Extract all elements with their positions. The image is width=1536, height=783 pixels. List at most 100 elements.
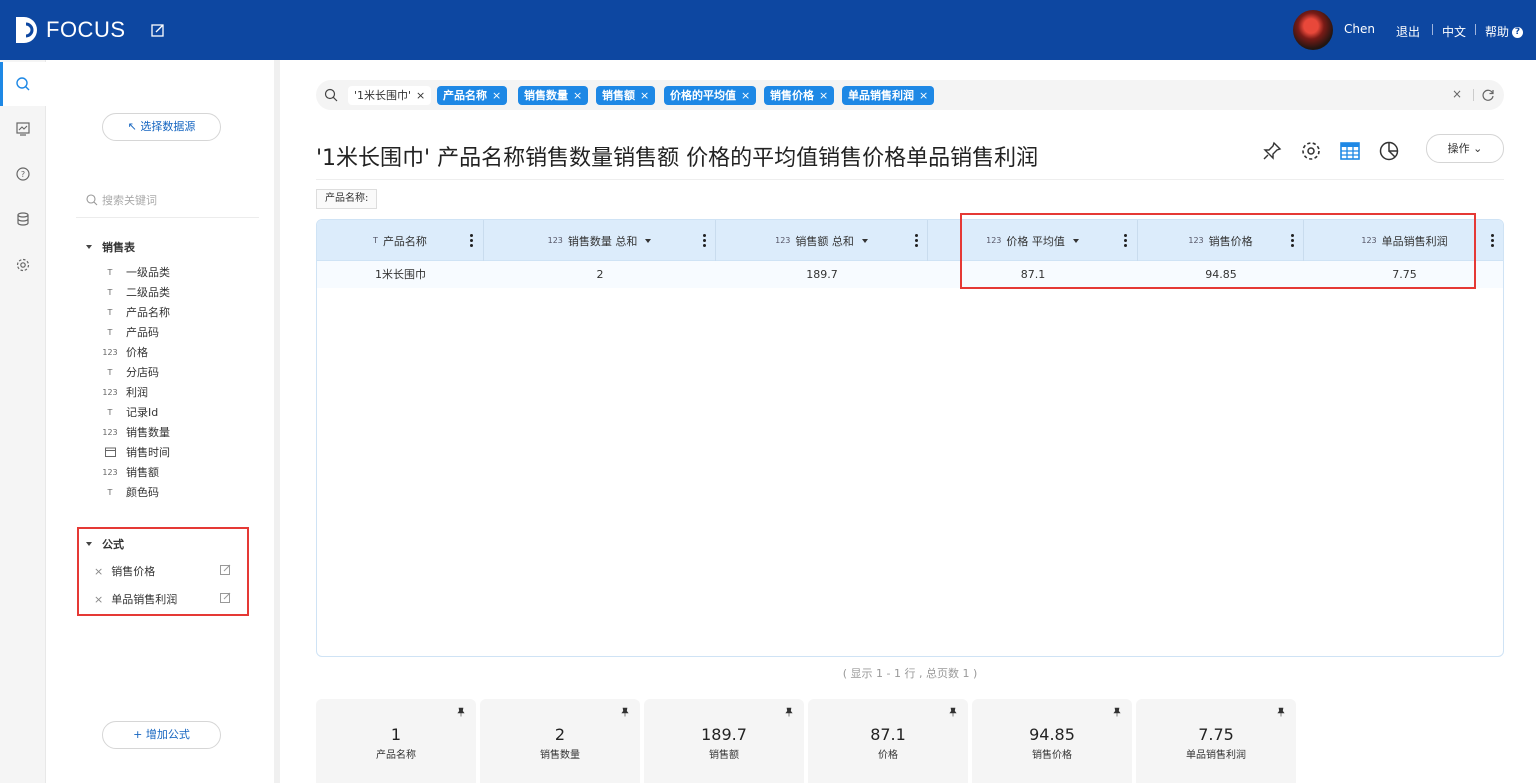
help-icon: ? (1512, 27, 1524, 38)
field-item[interactable]: 123 价格 (102, 342, 170, 362)
sort-caret-icon[interactable] (861, 238, 868, 243)
rail-settings[interactable] (0, 243, 46, 287)
add-formula-button[interactable]: + 增加公式 (102, 721, 221, 749)
column-menu-icon[interactable] (470, 234, 473, 247)
field-item[interactable]: T 产品名称 (102, 302, 170, 322)
collapse-icon (86, 542, 92, 546)
user-name[interactable]: Chen (1344, 22, 1375, 36)
rail-data[interactable] (0, 197, 46, 241)
operations-button[interactable]: 操作 ⌄ (1426, 134, 1504, 163)
pin-icon[interactable] (1276, 707, 1286, 717)
logout-link[interactable]: 退出 (1396, 23, 1420, 40)
rail-help[interactable]: ? (0, 152, 46, 196)
field-item[interactable]: T 产品码 (102, 322, 170, 342)
summary-card[interactable]: 189.7 销售额 (644, 699, 804, 783)
field-label: 利润 (126, 386, 148, 399)
chip-label: 销售价格 (770, 89, 814, 102)
settings-icon[interactable] (1300, 140, 1322, 162)
pin-icon[interactable] (456, 707, 466, 717)
edit-icon[interactable] (220, 592, 231, 603)
select-source-button[interactable]: ↖ 选择数据源 (102, 113, 221, 141)
sort-caret-icon[interactable] (645, 238, 652, 243)
remove-icon[interactable]: × (94, 565, 103, 578)
remove-chip-icon[interactable]: × (741, 89, 750, 102)
column-menu-icon[interactable] (1491, 234, 1494, 247)
search-chip[interactable]: 销售数量 × (518, 86, 589, 105)
collapse-icon (86, 245, 92, 249)
formula-item[interactable]: × 销售价格 (94, 563, 155, 579)
rail-dashboard[interactable] (0, 107, 46, 151)
field-item[interactable]: T 分店码 (102, 362, 170, 382)
avatar[interactable] (1293, 10, 1333, 50)
field-label: 销售数量 (126, 426, 170, 439)
summary-card[interactable]: 7.75 单品销售利润 (1136, 699, 1296, 783)
search-chip[interactable]: '1米长围巾' × (348, 86, 432, 105)
field-item[interactable]: T 记录Id (102, 402, 170, 422)
field-item[interactable]: 销售时间 (102, 442, 170, 462)
text-type-icon: T (107, 487, 113, 497)
search-chip[interactable]: 销售额 × (596, 86, 656, 105)
column-menu-icon[interactable] (703, 234, 706, 247)
column-header[interactable]: 123 销售额 总和 (716, 220, 928, 261)
column-menu-icon[interactable] (915, 234, 918, 247)
keyword-search[interactable]: 搜索关键词 (86, 188, 256, 212)
remove-chip-icon[interactable]: × (492, 89, 501, 102)
remove-chip-icon[interactable]: × (573, 89, 582, 102)
search-chip[interactable]: 单品销售利润 × (842, 86, 935, 105)
chart-view-icon[interactable] (1378, 140, 1400, 162)
formula-item[interactable]: × 单品销售利润 (94, 591, 177, 607)
formula-node[interactable]: 公式 (86, 536, 124, 552)
edit-icon[interactable] (220, 564, 231, 575)
field-item[interactable]: T 二级品类 (102, 282, 170, 302)
number-type-icon: 123 (102, 427, 118, 437)
gear-icon (16, 258, 30, 272)
pin-icon[interactable] (620, 707, 630, 717)
card-value: 1 (390, 725, 402, 744)
field-label: 销售额 (126, 466, 159, 479)
remove-chip-icon[interactable]: × (819, 89, 828, 102)
search-chip[interactable]: 价格的平均值 × (664, 86, 757, 105)
table-node[interactable]: 销售表 (86, 239, 135, 255)
table-cell: 189.7 (806, 268, 838, 281)
summary-card[interactable]: 2 销售数量 (480, 699, 640, 783)
card-value: 87.1 (870, 725, 906, 744)
divider (76, 217, 259, 218)
field-item[interactable]: 123 利润 (102, 382, 170, 402)
search-chip[interactable]: 销售价格 × (764, 86, 835, 105)
pin-icon[interactable] (1112, 707, 1122, 717)
column-header[interactable]: T 产品名称 (317, 220, 484, 261)
pin-icon[interactable] (948, 707, 958, 717)
filter-tag[interactable]: 产品名称: (316, 189, 378, 209)
table-view-icon[interactable] (1339, 140, 1361, 162)
help-link[interactable]: 帮助? (1485, 23, 1524, 40)
rail-search[interactable] (0, 62, 46, 106)
focus-logo[interactable]: FOCUS (14, 15, 126, 45)
field-item[interactable]: T 一级品类 (102, 262, 170, 282)
search-chip[interactable]: 产品名称 × (437, 86, 508, 105)
remove-chip-icon[interactable]: × (640, 89, 649, 102)
column-header[interactable]: 123 销售数量 总和 (484, 220, 716, 261)
remove-chip-icon[interactable]: × (919, 89, 928, 102)
remove-chip-icon[interactable]: × (416, 89, 425, 102)
field-item[interactable]: 123 销售额 (102, 462, 170, 482)
edit-icon[interactable] (150, 22, 166, 38)
pin-icon[interactable] (784, 707, 794, 717)
card-label: 销售额 (709, 750, 739, 761)
table-cell: 1米长围巾 (375, 268, 426, 281)
summary-card[interactable]: 94.85 销售价格 (972, 699, 1132, 783)
language-link[interactable]: 中文 (1442, 23, 1466, 40)
field-label: 一级品类 (126, 266, 170, 279)
remove-icon[interactable]: × (94, 593, 103, 606)
refresh-icon[interactable] (1481, 88, 1495, 102)
summary-card[interactable]: 87.1 价格 (808, 699, 968, 783)
pin-icon[interactable] (1261, 140, 1283, 162)
field-item[interactable]: T 颜色码 (102, 482, 170, 502)
search-bar[interactable]: '1米长围巾' × 产品名称 × 销售数量 × 销售额 × 价格的平均值 × 销售价格 × … (316, 80, 1504, 110)
text-type-icon: T (107, 407, 113, 417)
page-title: '1米长围巾' 产品名称销售数量销售额 价格的平均值销售价格单品销售利润 (316, 146, 1039, 171)
chip-label: 产品名称 (443, 89, 487, 102)
logo-d-icon (16, 17, 37, 43)
clear-search-icon[interactable]: × (1452, 87, 1462, 101)
summary-card[interactable]: 1 产品名称 (316, 699, 476, 783)
field-item[interactable]: 123 销售数量 (102, 422, 170, 442)
